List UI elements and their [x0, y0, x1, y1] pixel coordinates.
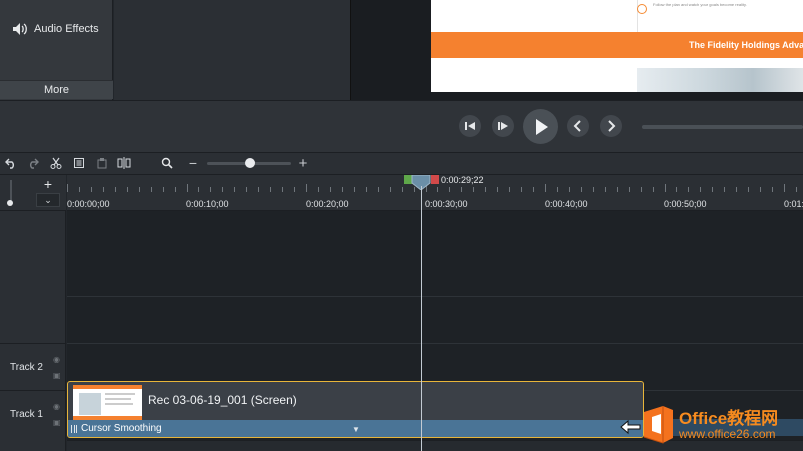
resize-arrow-icon[interactable]	[620, 419, 642, 435]
step-back-icon	[465, 122, 475, 130]
more-label: More	[43, 84, 70, 96]
effect-grip-icon[interactable]	[71, 424, 77, 433]
preview-small-text: Follow the plan and watch your goals bec…	[653, 2, 747, 7]
undo-icon[interactable]	[4, 156, 18, 170]
ruler-label: 0:00:10;00	[186, 199, 229, 209]
cut-icon[interactable]	[49, 156, 63, 170]
chevron-down-icon[interactable]: ▼	[352, 425, 360, 434]
next-marker-icon	[608, 120, 616, 132]
track-2-label: Track 2	[10, 361, 43, 373]
playhead-time: 0:00:29;22	[441, 175, 484, 185]
effect-label: Cursor Smoothing	[81, 423, 162, 434]
collapse-tracks-button[interactable]: ⌄	[36, 193, 60, 207]
ruler-label: 0:00:00;00	[67, 199, 110, 209]
watermark-title: Office教程网	[679, 409, 779, 428]
properties-panel	[114, 0, 350, 100]
track-divider	[67, 296, 803, 297]
step-forward-icon	[498, 122, 508, 130]
preview-banner-text: The Fidelity Holdings Adva	[689, 40, 803, 50]
effect-bar[interactable]: Cursor Smoothing ▼	[68, 420, 643, 437]
play-icon	[535, 118, 548, 135]
track-height-thumb[interactable]	[7, 200, 13, 206]
preview-photo	[637, 68, 803, 92]
audio-effects-label: Audio Effects	[34, 23, 99, 35]
lock-icon[interactable]: ▣	[53, 418, 61, 427]
next-marker-button[interactable]	[600, 115, 622, 137]
ruler-label: 0:01:	[784, 199, 803, 209]
clip-title: Rec 03-06-19_001 (Screen)	[148, 393, 297, 407]
header-divider	[0, 390, 66, 391]
previous-marker-button[interactable]	[567, 115, 589, 137]
header-divider	[0, 343, 66, 344]
office-logo-icon	[643, 406, 673, 444]
zoom-search-icon[interactable]	[160, 156, 174, 170]
eye-icon[interactable]: ◉	[53, 355, 61, 364]
ruler-label: 0:00:50;00	[664, 199, 707, 209]
more-button[interactable]: More	[0, 80, 113, 99]
ruler-label: 0:00:20;00	[306, 199, 349, 209]
add-track-button[interactable]: +	[36, 176, 60, 192]
preview-banner: The Fidelity Holdings Adva	[431, 32, 803, 58]
playhead-line	[421, 186, 422, 451]
track-1-header[interactable]: Track 1 ◉ ▣	[0, 391, 66, 437]
copy-icon[interactable]	[72, 156, 86, 170]
speaker-icon	[13, 23, 27, 35]
zoom-out-button[interactable]: −	[186, 155, 200, 171]
watermark-url: www.office26.com	[679, 427, 776, 441]
ruler-ticks	[67, 184, 797, 192]
canvas-preview[interactable]: Follow the plan and watch your goals bec…	[431, 0, 803, 92]
split-icon[interactable]	[117, 156, 131, 170]
previous-marker-icon	[573, 120, 581, 132]
eye-icon[interactable]: ◉	[53, 402, 61, 411]
clip-thumbnail	[73, 385, 142, 421]
play-button[interactable]	[523, 109, 558, 144]
step-back-button[interactable]	[459, 115, 481, 137]
preview-circle-icon	[637, 4, 647, 14]
selection-end-marker[interactable]	[431, 175, 439, 184]
lock-icon[interactable]: ▣	[53, 371, 61, 380]
track-divider	[67, 343, 803, 344]
track-1-label: Track 1	[10, 408, 43, 420]
track-2-header[interactable]: Track 2 ◉ ▣	[0, 344, 66, 390]
media-clip[interactable]: Rec 03-06-19_001 (Screen) Cursor Smoothi…	[67, 381, 644, 438]
ruler-label: 0:00:30;00	[425, 199, 468, 209]
zoom-slider-thumb[interactable]	[245, 158, 255, 168]
paste-icon[interactable]	[95, 156, 109, 170]
zoom-in-button[interactable]: +	[296, 155, 310, 172]
playback-scrubber[interactable]	[642, 125, 803, 129]
step-forward-button[interactable]	[492, 115, 514, 137]
redo-icon[interactable]	[26, 156, 40, 170]
audio-effects-button[interactable]: Audio Effects	[0, 0, 113, 58]
watermark: Office教程网 www.office26.com	[641, 402, 803, 450]
ruler-label: 0:00:40;00	[545, 199, 588, 209]
